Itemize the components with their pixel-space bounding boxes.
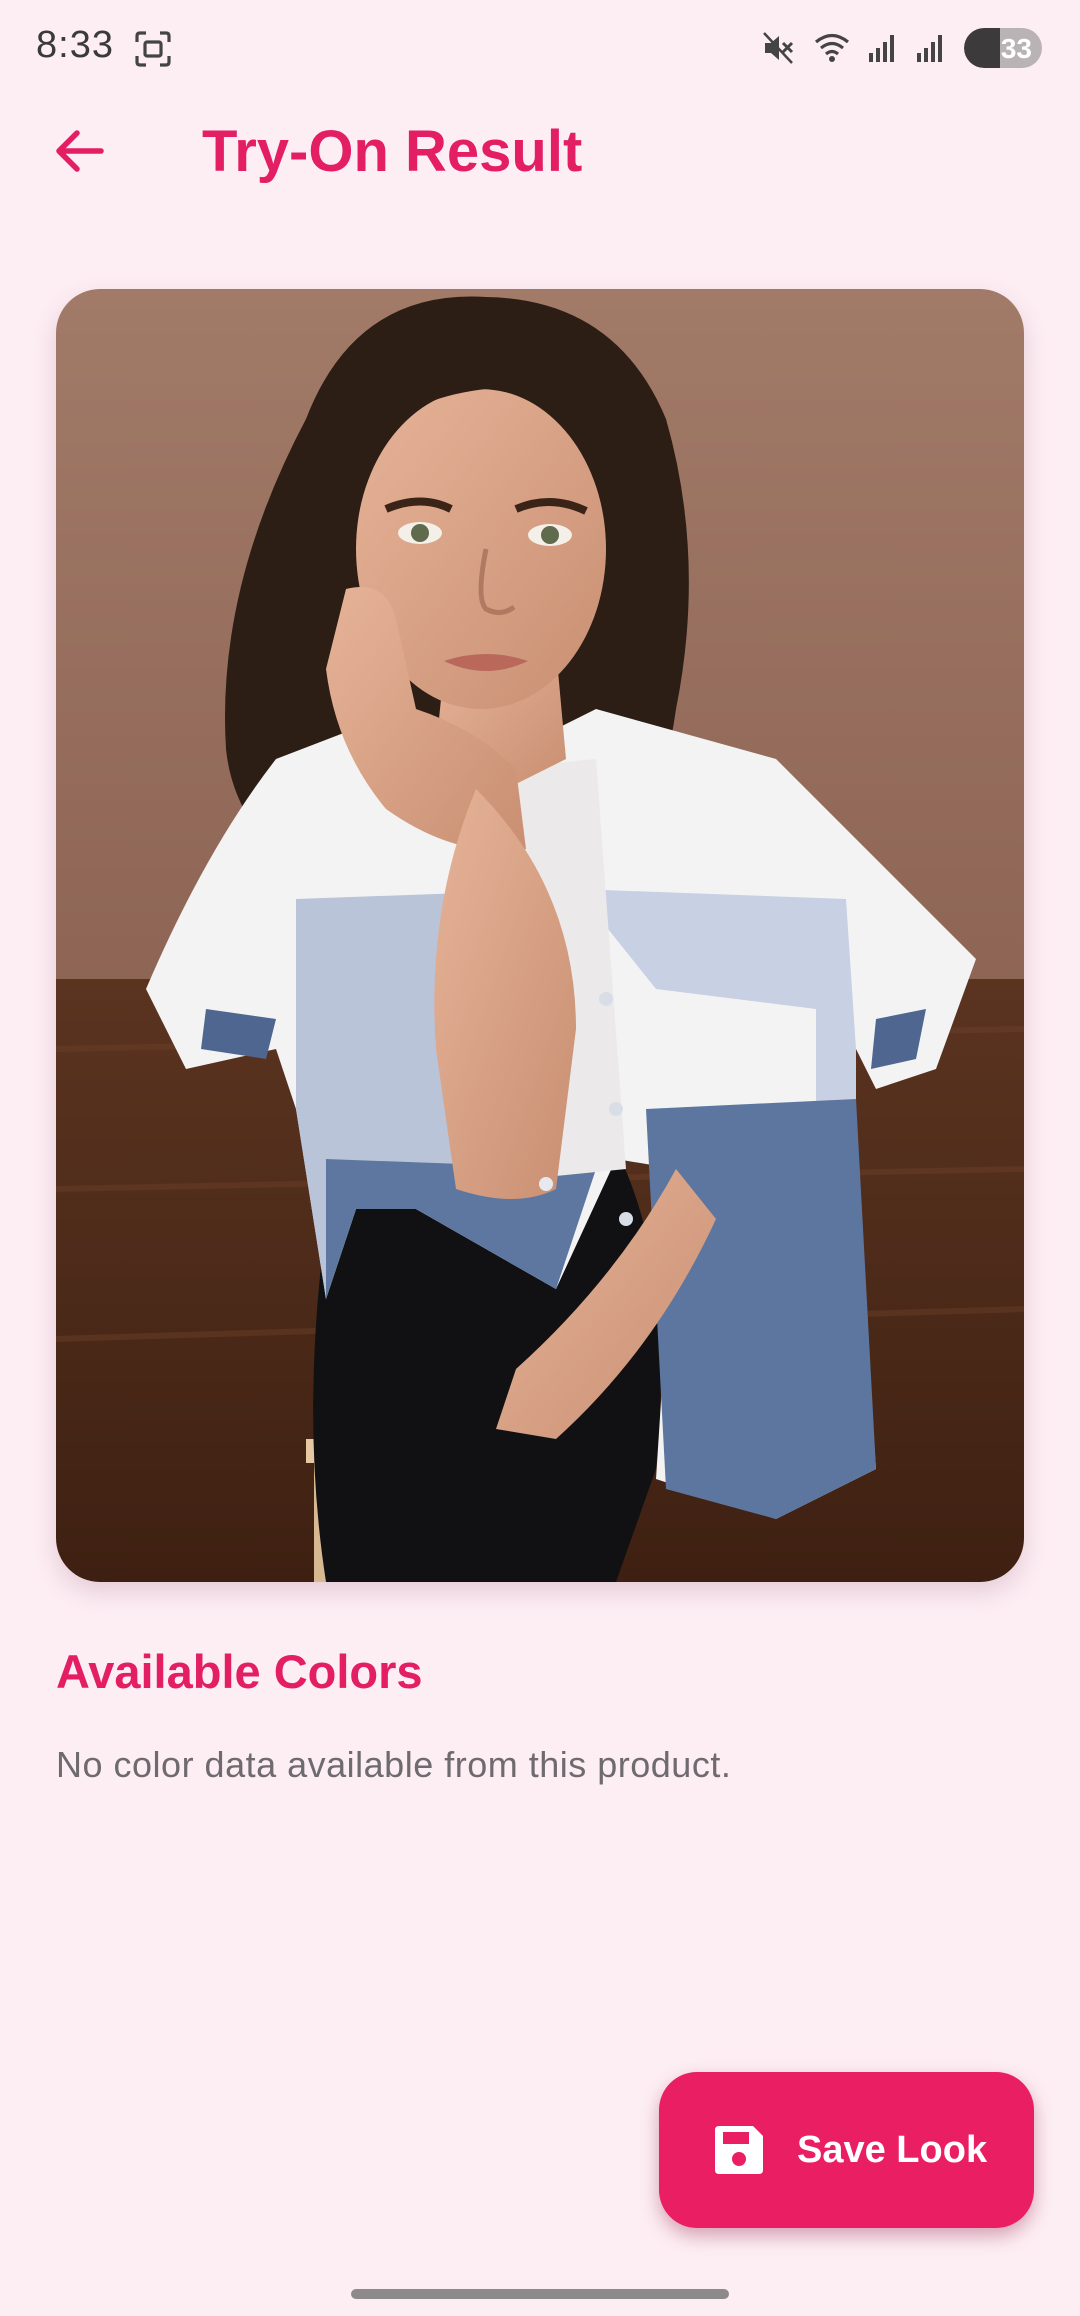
battery-level: 33 xyxy=(1000,33,1032,64)
page-title: Try-On Result xyxy=(202,119,583,184)
no-color-data-message: No color data available from this produc… xyxy=(56,1744,732,1785)
try-on-result-image xyxy=(56,289,1024,1582)
signal-icon xyxy=(916,33,946,63)
battery-icon: 33 xyxy=(964,28,1042,68)
save-look-button[interactable]: Save Look xyxy=(659,2072,1034,2228)
screenshot-icon xyxy=(134,30,172,68)
wifi-icon xyxy=(814,32,850,64)
gesture-navigation-bar[interactable] xyxy=(351,2289,729,2299)
status-time: 8:33 xyxy=(36,24,114,66)
mute-icon xyxy=(762,31,796,65)
back-button[interactable] xyxy=(44,121,114,181)
arrow-back-icon xyxy=(56,130,104,172)
status-icons: 33 xyxy=(762,26,1042,70)
status-bar: 8:33 33 xyxy=(0,0,1080,96)
signal-icon xyxy=(868,33,898,63)
save-look-label: Save Look xyxy=(797,2128,988,2171)
available-colors-title: Available Colors xyxy=(56,1645,423,1698)
try-on-result-screen: 8:33 33 Try-On Result Available Colors N… xyxy=(0,0,1080,2316)
app-bar: Try-On Result xyxy=(0,96,1080,206)
save-icon xyxy=(715,2126,763,2174)
